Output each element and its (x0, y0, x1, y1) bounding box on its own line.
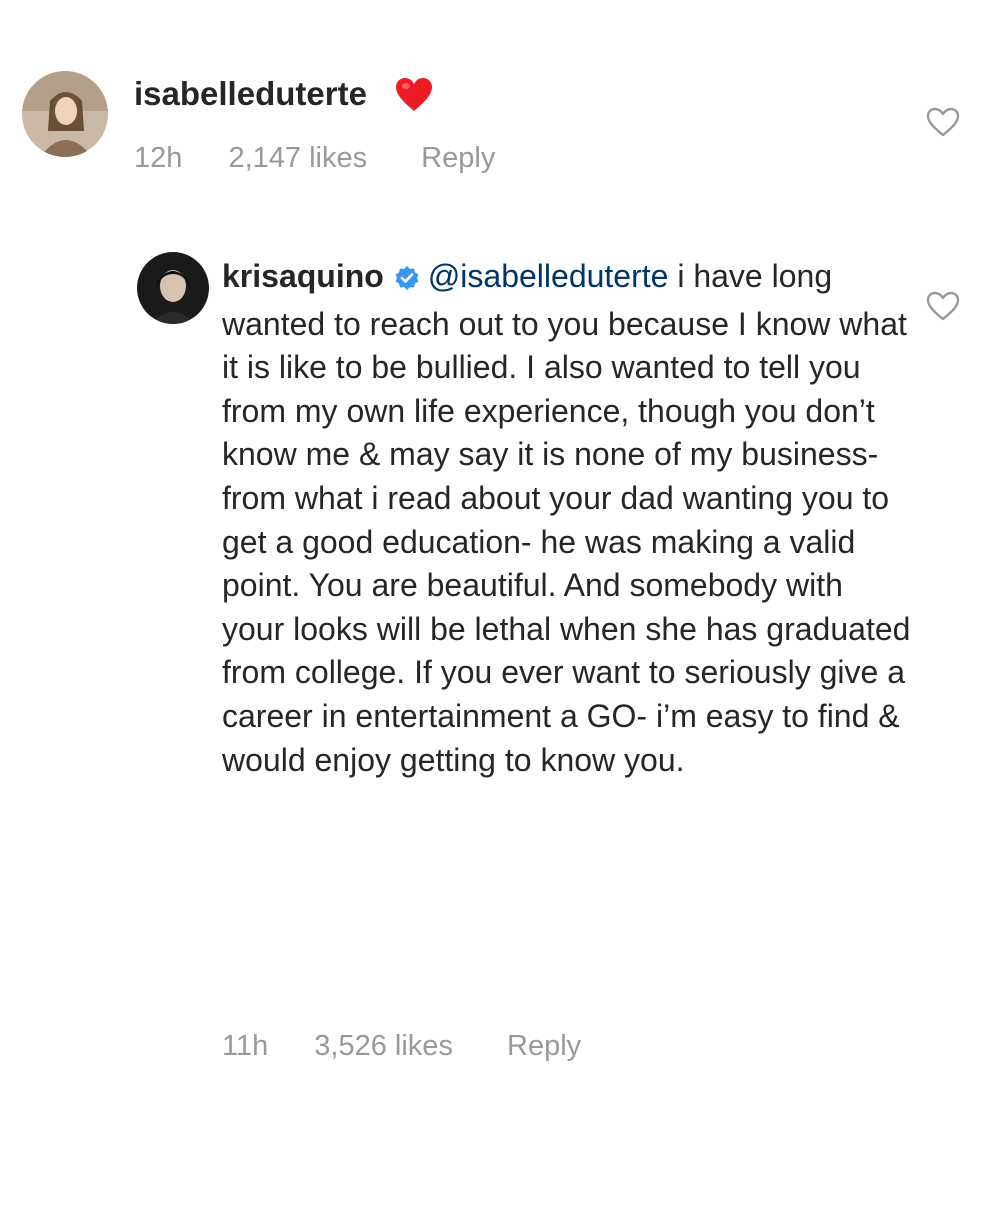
avatar-krisaquino[interactable] (137, 252, 209, 324)
username-link[interactable]: krisaquino (222, 258, 384, 294)
comment-body: i have long wanted to reach out to you b… (222, 258, 911, 778)
likes-count[interactable]: 3,526 likes (314, 1030, 453, 1062)
reply-button[interactable]: Reply (507, 1030, 581, 1062)
mention-link[interactable]: @isabelleduterte (428, 258, 669, 294)
comment-text: krisaquino @isabelleduterte i have long w… (222, 255, 912, 782)
heart-outline-icon[interactable] (925, 290, 961, 327)
verified-badge-icon (394, 259, 420, 303)
comment-krisaquino: krisaquino @isabelleduterte i have long w… (0, 0, 1001, 1216)
comment-time: 11h (222, 1030, 269, 1062)
comment-meta: 11h 3,526 likes Reply (222, 1024, 581, 1068)
avatar-image (137, 252, 209, 324)
